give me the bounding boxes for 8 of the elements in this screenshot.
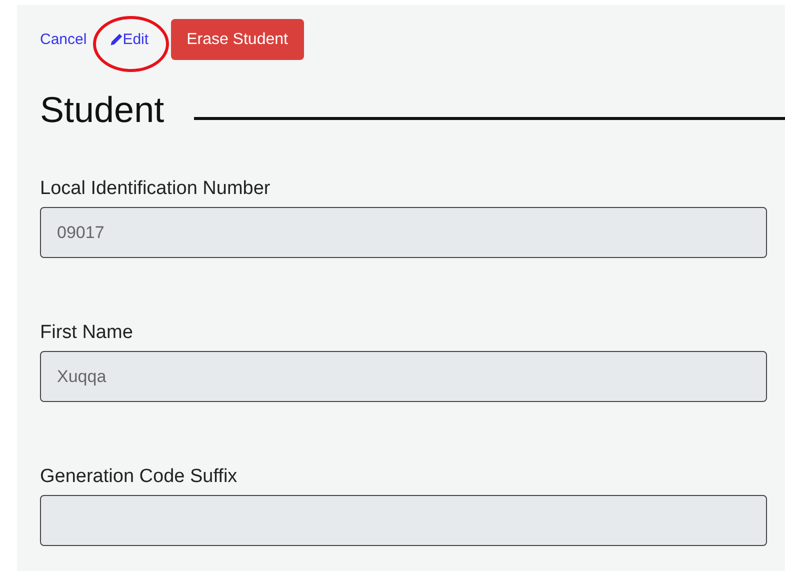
edit-link[interactable]: Edit <box>108 31 149 48</box>
erase-student-button[interactable]: Erase Student <box>170 19 304 60</box>
pencil-icon <box>108 32 123 46</box>
section-heading: Student <box>40 88 164 132</box>
field-label: Generation Code Suffix <box>40 466 238 488</box>
field-label: First Name <box>40 322 134 344</box>
cancel-link[interactable]: Cancel <box>40 31 87 48</box>
field-label: Local Identification Number <box>40 178 272 200</box>
